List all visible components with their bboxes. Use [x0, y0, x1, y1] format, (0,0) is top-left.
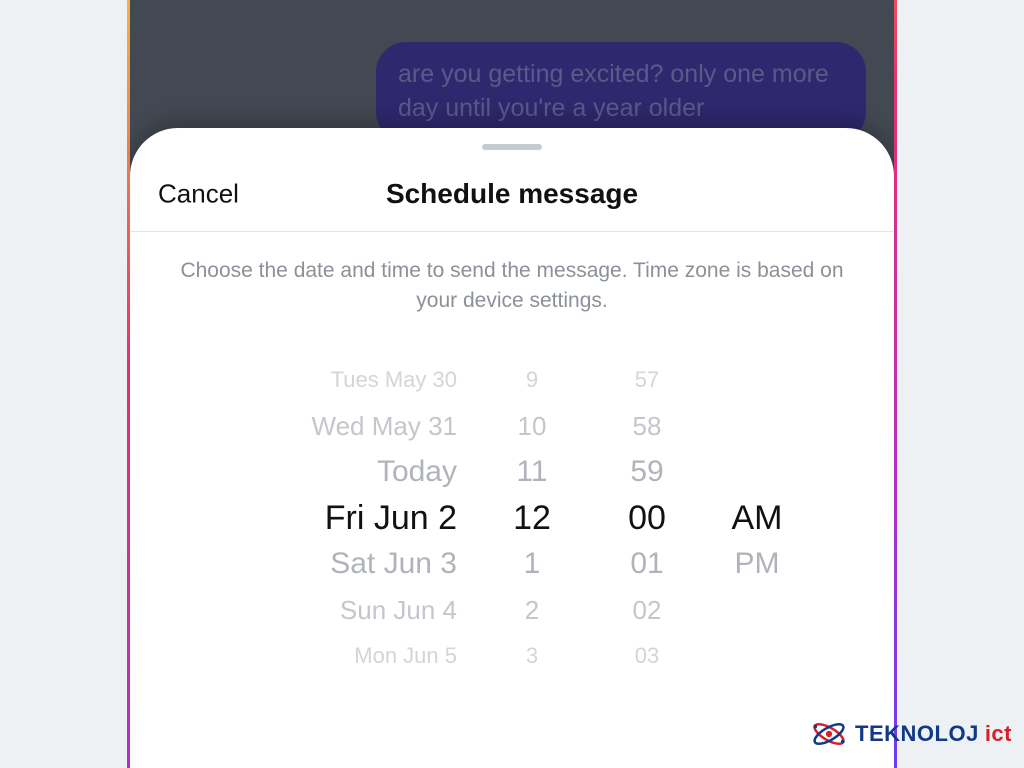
ampm-wheel[interactable]: AM PM	[707, 357, 807, 768]
hour-option[interactable]: 1	[524, 541, 541, 587]
hour-option[interactable]: 11	[516, 449, 547, 495]
sheet-header: Cancel Schedule message	[130, 156, 894, 232]
hour-option-selected[interactable]: 12	[513, 495, 551, 541]
minute-option-selected[interactable]: 00	[628, 495, 666, 541]
date-option[interactable]: Sat Jun 3	[330, 541, 457, 587]
chat-screen: are you getting excited? only one more d…	[130, 0, 894, 768]
minute-option[interactable]: 03	[635, 633, 659, 679]
watermark-logo: TEKNOLOJict	[809, 714, 1012, 754]
hour-wheel[interactable]: 9 10 11 12 1 2 3	[477, 357, 587, 768]
hour-option[interactable]: 2	[525, 587, 539, 633]
minute-option[interactable]: 57	[635, 357, 659, 403]
date-option[interactable]: Mon Jun 5	[354, 633, 457, 679]
atom-icon	[809, 714, 849, 754]
minute-wheel[interactable]: 57 58 59 00 01 02 03	[587, 357, 707, 768]
schedule-sheet: Cancel Schedule message Choose the date …	[130, 128, 894, 768]
minute-option[interactable]: 58	[633, 403, 662, 449]
date-option-selected[interactable]: Fri Jun 2	[325, 495, 457, 541]
cancel-button[interactable]: Cancel	[158, 178, 239, 209]
phone-frame: are you getting excited? only one more d…	[127, 0, 897, 768]
date-wheel[interactable]: Tues May 30 Wed May 31 Today Fri Jun 2 S…	[217, 357, 477, 768]
app-stage: are you getting excited? only one more d…	[0, 0, 1024, 768]
hour-option[interactable]: 3	[526, 633, 538, 679]
sheet-grabber[interactable]	[482, 144, 542, 150]
minute-option[interactable]: 01	[630, 541, 663, 587]
watermark-text-1: TEKNOLOJ	[855, 721, 979, 747]
date-option[interactable]: Today	[377, 449, 457, 495]
hour-option[interactable]: 9	[526, 357, 538, 403]
ampm-option[interactable]: PM	[735, 541, 780, 587]
watermark-text-2: ict	[985, 721, 1012, 747]
ampm-option-selected[interactable]: AM	[732, 495, 783, 541]
date-option[interactable]: Wed May 31	[312, 403, 457, 449]
datetime-picker[interactable]: Tues May 30 Wed May 31 Today Fri Jun 2 S…	[130, 347, 894, 768]
date-option[interactable]: Sun Jun 4	[340, 587, 457, 633]
hour-option[interactable]: 10	[518, 403, 547, 449]
sheet-instructions: Choose the date and time to send the mes…	[130, 232, 894, 347]
minute-option[interactable]: 02	[633, 587, 662, 633]
date-option[interactable]: Tues May 30	[331, 357, 457, 403]
minute-option[interactable]: 59	[630, 449, 663, 495]
sheet-title: Schedule message	[386, 178, 638, 210]
